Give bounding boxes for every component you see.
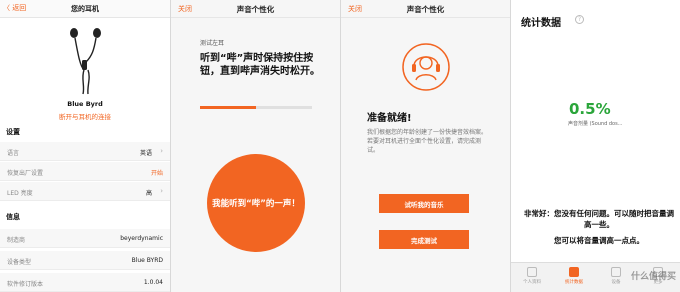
info-row: 设备类型 Blue BYRD [0, 251, 170, 270]
tab-statistics[interactable]: 统计数据 [553, 263, 595, 292]
sound-dose-percent: 0.5% [569, 100, 611, 118]
complete-test-button[interactable]: 完成测试 [379, 230, 469, 249]
tab-label: 统计数据 [565, 280, 583, 285]
info-value: Blue BYRD [131, 257, 163, 264]
setting-led-row[interactable]: LED 亮度 高 › [0, 182, 170, 201]
statistics-panel: 统计数据 ? 0.5% 声音剂量 (Sound dos... 非常好：您没有任何… [511, 0, 680, 292]
earphone-image [70, 28, 101, 95]
info-heading: 信息 [6, 213, 20, 221]
progress-fill [200, 106, 256, 109]
nav-bar: 关闭 声音个性化 [341, 0, 510, 18]
chevron-right-icon: › [160, 187, 163, 195]
info-value: 1.0.04 [143, 279, 163, 286]
setting-value: 高 [145, 190, 152, 197]
factory-reset-start-button[interactable]: 开始 [151, 168, 163, 177]
nav-bar: 〈 返回 您的耳机 [0, 0, 170, 18]
volume-advice: 您可以将音量调高一点点。 [554, 236, 644, 245]
info-label: 软件修订版本 [7, 281, 44, 288]
page-title: 声音个性化 [406, 5, 445, 14]
page-title: 声音个性化 [236, 5, 275, 14]
info-row: 制造商 beyerdynamic [0, 229, 170, 248]
setting-label: LED 亮度 [7, 190, 33, 197]
tab-label: 个人资料 [523, 280, 541, 285]
info-label: 设备类型 [7, 259, 32, 266]
info-label: 制造商 [7, 237, 26, 244]
statistics-heading: 统计数据 [521, 18, 561, 29]
headphone-panel: 〈 返回 您的耳机 Blue Byrd 断开与耳机的连接 设置 语言 英语 › … [0, 0, 170, 292]
headphone-icon [611, 267, 621, 277]
info-row: 软件修订版本 1.0.04 [0, 273, 170, 292]
test-progress-bar [200, 106, 312, 109]
settings-heading: 设置 [6, 128, 20, 136]
device-name: Blue Byrd [67, 100, 103, 108]
setting-language-row[interactable]: 语言 英语 › [0, 142, 170, 161]
profile-icon [527, 267, 537, 277]
disconnect-link[interactable]: 断开与耳机的连接 [0, 111, 170, 121]
help-icon[interactable]: ? [575, 15, 584, 24]
setting-factory-reset-row[interactable]: 恢复出厂设置 开始 [0, 162, 170, 181]
status-message: 非常好：您没有任何问题。可以随时把音量调高一些。 [524, 209, 674, 229]
hearing-test-panel: 关闭 声音个性化 测试左耳 听到“哔”声时保持按住按钮，直到哔声消失时松开。 我… [171, 0, 340, 292]
ready-heading: 准备就绪! [367, 113, 412, 124]
profile-ready-panel: 关闭 声音个性化 准备就绪! 我们根据您的年龄创建了一份快捷音效档案。若要对耳机… [341, 0, 510, 292]
chart-icon [569, 267, 579, 277]
sound-dose-caption: 声音剂量 (Sound dos... [568, 121, 623, 127]
try-my-music-button[interactable]: 试听我的音乐 [379, 194, 469, 213]
setting-label: 恢复出厂设置 [7, 170, 44, 177]
tab-profile[interactable]: 个人资料 [511, 263, 553, 292]
nav-bar: 关闭 声音个性化 [171, 0, 340, 18]
watermark: 什么值得买 [630, 272, 676, 282]
headphone-person-icon [402, 43, 450, 91]
hear-beep-button[interactable]: 我能听到“哔”的一声！ [207, 154, 305, 252]
ready-description: 我们根据您的年龄创建了一份快捷音效档案。若要对耳机进行全面个性化设置，请完成测试… [367, 129, 488, 154]
setting-value: 英语 [139, 150, 152, 157]
setting-label: 语言 [7, 150, 20, 157]
test-ear-label: 测试左耳 [200, 40, 225, 47]
instruction-text: 听到“哔”声时保持按住按钮，直到哔声消失时松开。 [200, 53, 320, 77]
info-value: beyerdynamic [120, 235, 163, 242]
chevron-right-icon: › [160, 147, 163, 155]
page-title: 您的耳机 [71, 5, 99, 13]
